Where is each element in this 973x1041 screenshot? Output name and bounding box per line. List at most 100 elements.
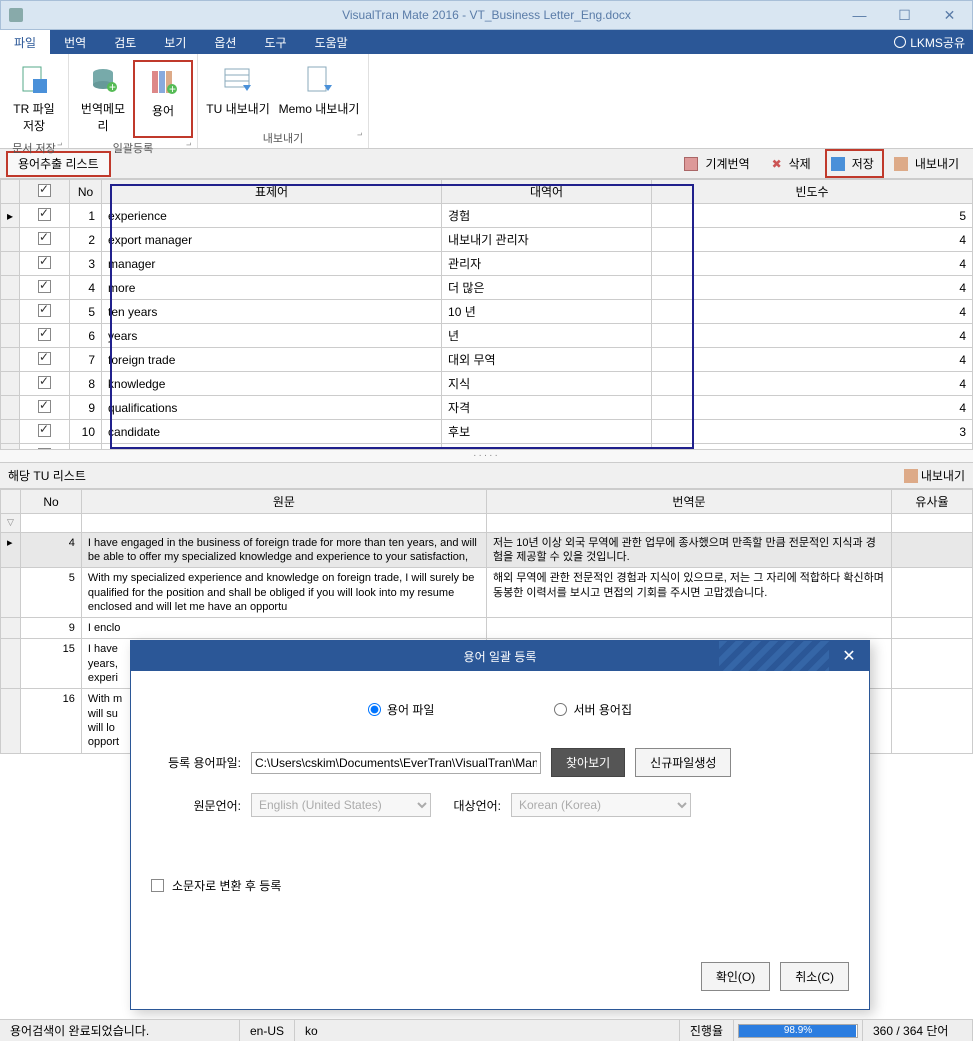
table-row[interactable]: 11position위치3 — [1, 444, 973, 450]
table-row[interactable]: 3manager관리자4 — [1, 252, 973, 276]
delete-icon: ✖ — [768, 157, 782, 171]
dialog-close-button[interactable]: ✕ — [829, 646, 869, 666]
ribbon-save-tr[interactable]: TR 파일 저장 — [4, 60, 64, 138]
col-tgt[interactable]: 대역어 — [442, 180, 652, 204]
radio-term-file[interactable]: 용어 파일 — [368, 701, 435, 718]
table-row[interactable]: 10candidate후보3 — [1, 420, 973, 444]
tgt-lang-label: 대상언어: — [441, 797, 501, 814]
src-lang-select: English (United States) — [251, 793, 431, 817]
tgt-lang-select: Korean (Korea) — [511, 793, 691, 817]
row-checkbox[interactable] — [38, 376, 51, 389]
splitter[interactable]: ····· — [0, 449, 973, 463]
row-checkbox[interactable] — [38, 352, 51, 365]
row-checkbox[interactable] — [38, 256, 51, 269]
table-row[interactable]: 8knowledge지식4 — [1, 372, 973, 396]
menu-tools[interactable]: 도구 — [250, 30, 300, 55]
title-bar: VisualTran Mate 2016 - VT_Business Lette… — [0, 0, 973, 30]
dialog-title-text: 용어 일괄 등록 — [464, 648, 537, 665]
file-label: 등록 용어파일: — [151, 754, 241, 771]
toolbar-mt[interactable]: 기계번역 — [680, 151, 757, 176]
close-button[interactable]: ✕ — [927, 1, 972, 29]
menu-view[interactable]: 보기 — [150, 30, 200, 55]
window-controls: — ☐ ✕ — [837, 1, 972, 29]
row-checkbox[interactable] — [38, 328, 51, 341]
status-word-count: 360 / 364 단어 — [863, 1020, 973, 1041]
dialog-title-bar[interactable]: 용어 일괄 등록 ✕ — [131, 641, 869, 671]
col-no[interactable]: No — [70, 180, 102, 204]
app-logo-icon — [9, 8, 23, 22]
table-row[interactable]: ▸ 1experience경험5 — [1, 204, 973, 228]
col-check[interactable] — [20, 180, 70, 204]
row-checkbox[interactable] — [38, 448, 51, 450]
window-title: VisualTran Mate 2016 - VT_Business Lette… — [342, 8, 631, 22]
ribbon-group-batch: 일괄등록 — [73, 138, 193, 156]
menu-options[interactable]: 옵션 — [200, 30, 250, 55]
col2-src[interactable]: 원문 — [81, 490, 486, 514]
ribbon-group-save: 문서 저장 — [4, 138, 64, 156]
ribbon-memo-export[interactable]: Memo 내보내기 — [274, 60, 364, 128]
status-src-lang: en-US — [240, 1020, 295, 1041]
lowercase-checkbox[interactable] — [151, 879, 164, 892]
row-checkbox[interactable] — [38, 304, 51, 317]
export-memo-icon — [303, 64, 335, 96]
row-checkbox[interactable] — [38, 424, 51, 437]
maximize-button[interactable]: ☐ — [882, 1, 927, 29]
tu-list-header: 해당 TU 리스트 내보내기 — [0, 463, 973, 489]
table-row[interactable]: 6years년4 — [1, 324, 973, 348]
table-row[interactable]: 7foreign trade대외 무역4 — [1, 348, 973, 372]
row-checkbox[interactable] — [38, 280, 51, 293]
col-src[interactable]: 표제어 — [102, 180, 442, 204]
col-freq[interactable]: 빈도수 — [652, 180, 973, 204]
ribbon: TR 파일 저장 문서 저장 + 번역메모리 + 용어 일괄등록 TU 내보내기 — [0, 54, 973, 149]
term-grid-wrap: No 표제어 대역어 빈도수 ▸ 1experience경험5 2export … — [0, 179, 973, 449]
table-row[interactable]: 4more더 많은4 — [1, 276, 973, 300]
status-tgt-lang: ko — [295, 1020, 680, 1041]
export-icon — [904, 469, 918, 483]
browse-button[interactable]: 찾아보기 — [551, 748, 625, 777]
row-checkbox[interactable] — [38, 232, 51, 245]
col2-tgt[interactable]: 번역문 — [486, 490, 891, 514]
row-checkbox[interactable] — [38, 400, 51, 413]
tu-list-export[interactable]: 내보내기 — [904, 467, 965, 484]
menu-file[interactable]: 파일 — [0, 30, 50, 55]
ok-button[interactable]: 확인(O) — [701, 962, 770, 991]
term-grid[interactable]: No 표제어 대역어 빈도수 ▸ 1experience경험5 2export … — [0, 179, 973, 449]
radio-server-term[interactable]: 서버 용어집 — [554, 701, 632, 718]
menu-help[interactable]: 도움말 — [301, 30, 362, 55]
table-row[interactable]: 2export manager내보내기 관리자4 — [1, 228, 973, 252]
table-row[interactable]: 5ten years10 년4 — [1, 300, 973, 324]
dialog-stripes — [719, 641, 829, 671]
export-icon — [894, 157, 908, 171]
table-row[interactable]: ▸ 4I have engaged in the business of for… — [1, 532, 973, 568]
tu-list-title: 해당 TU 리스트 — [8, 467, 86, 484]
toolbar-delete[interactable]: ✖삭제 — [764, 151, 819, 176]
user-icon — [894, 36, 906, 48]
toolbar-save[interactable]: 저장 — [825, 149, 884, 178]
lkms-share[interactable]: LKMS공유 — [910, 34, 965, 51]
calendar-icon — [684, 157, 698, 171]
table-row[interactable]: 5With my specialized experience and know… — [1, 568, 973, 618]
table-row[interactable]: 9qualifications자격4 — [1, 396, 973, 420]
new-file-button[interactable]: 신규파일생성 — [635, 748, 731, 777]
export-tu-icon — [222, 64, 254, 96]
save-icon — [831, 157, 845, 171]
ribbon-term-register[interactable]: + 용어 — [133, 60, 193, 138]
lowercase-label: 소문자로 변환 후 등록 — [172, 877, 281, 894]
menu-review[interactable]: 검토 — [100, 30, 150, 55]
checkbox-header[interactable] — [38, 184, 51, 197]
col2-sim[interactable]: 유사율 — [891, 490, 972, 514]
save-file-icon — [18, 64, 50, 96]
table-row[interactable]: 9I enclo — [1, 618, 973, 639]
toolbar-export[interactable]: 내보내기 — [890, 151, 967, 176]
status-progress-label: 진행율 — [680, 1020, 734, 1041]
minimize-button[interactable]: — — [837, 1, 882, 29]
cancel-button[interactable]: 취소(C) — [780, 962, 849, 991]
ribbon-tu-export[interactable]: TU 내보내기 — [202, 60, 274, 128]
ribbon-tm-register[interactable]: + 번역메모리 — [73, 60, 133, 138]
file-path-input[interactable] — [251, 752, 541, 774]
menu-translate[interactable]: 번역 — [50, 30, 100, 55]
col2-no[interactable]: No — [21, 490, 82, 514]
row-checkbox[interactable] — [38, 208, 51, 221]
svg-text:+: + — [109, 80, 116, 94]
books-icon: + — [147, 66, 179, 98]
